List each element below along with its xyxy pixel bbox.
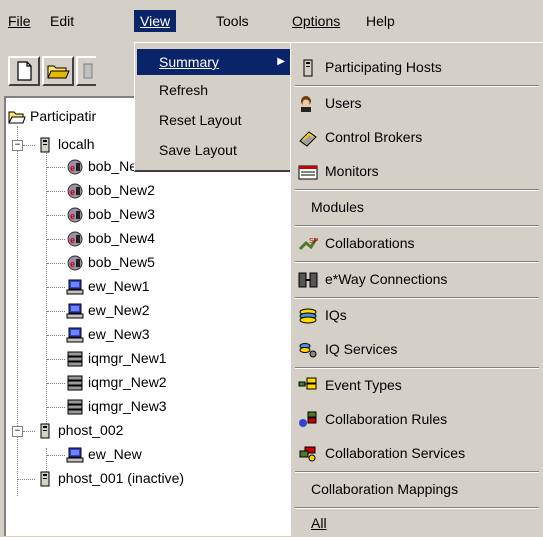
- menu-tools[interactable]: Tools: [210, 10, 255, 32]
- tree-node-eway[interactable]: ew_New: [66, 444, 142, 464]
- iq-manager-icon: [67, 399, 83, 415]
- submenu-item-monitors[interactable]: Monitors: [297, 157, 537, 185]
- summary-submenu: Participating Hosts Users Control Broker…: [290, 42, 543, 536]
- open-folder-button[interactable]: [42, 56, 74, 86]
- submenu-item-collaborations[interactable]: SP Collaborations: [297, 229, 537, 257]
- tree-node-host[interactable]: phost_001 (inactive): [36, 468, 184, 488]
- submenu-item-participating-hosts[interactable]: Participating Hosts: [297, 53, 537, 81]
- new-file-button[interactable]: [8, 56, 40, 86]
- collaboration-rules-icon: [299, 411, 317, 428]
- tree-node-broker[interactable]: e bob_New4: [66, 228, 155, 248]
- broker-icon: e: [67, 207, 83, 223]
- host-icon: [40, 137, 50, 153]
- tree-node-iq-manager[interactable]: iqmgr_New2: [66, 372, 167, 392]
- submenu-item-all[interactable]: All: [311, 509, 543, 537]
- collaboration-services-icon: [299, 446, 316, 462]
- tree-node-broker[interactable]: e bob_New3: [66, 204, 155, 224]
- host-icon: [40, 423, 50, 439]
- menu-file[interactable]: File: [2, 10, 37, 32]
- menu-bar: File Edit View Tools Options Help: [0, 0, 543, 40]
- users-icon: [301, 96, 311, 113]
- submenu-item-iq-services[interactable]: IQ Services: [297, 335, 537, 363]
- svg-text:e: e: [70, 163, 75, 173]
- new-file-icon: [17, 61, 32, 81]
- view-menu-dropdown: Summary ▶ Refresh Reset Layout Save Layo…: [134, 42, 296, 172]
- tree-node-host[interactable]: localh: [36, 134, 95, 154]
- iq-icon: [299, 308, 317, 324]
- eway-icon: [66, 279, 84, 295]
- tree-node-broker[interactable]: e bob_New5: [66, 252, 155, 272]
- open-folder-icon: [47, 65, 70, 79]
- submenu-item-collaboration-services[interactable]: Collaboration Services: [297, 439, 537, 467]
- tree-node-eway[interactable]: ew_New3: [66, 324, 149, 344]
- eway-connection-icon: [298, 272, 318, 288]
- iq-service-icon: [299, 343, 317, 358]
- menu-item-reset-layout[interactable]: Reset Layout: [137, 107, 291, 133]
- submenu-arrow-icon: ▶: [277, 56, 285, 67]
- tree-node-eway[interactable]: ew_New2: [66, 300, 149, 320]
- event-type-icon: [298, 377, 317, 390]
- svg-text:e: e: [70, 187, 75, 197]
- svg-text:e: e: [70, 259, 75, 269]
- submenu-item-modules[interactable]: Modules: [311, 193, 543, 221]
- svg-text:e: e: [70, 211, 75, 221]
- tree-node-broker[interactable]: e bob_New2: [66, 180, 155, 200]
- menu-item-refresh[interactable]: Refresh: [137, 77, 291, 103]
- tree-node-iq-manager[interactable]: iqmgr_New3: [66, 396, 167, 416]
- submenu-item-eway-connections[interactable]: e*Way Connections: [297, 265, 537, 293]
- expand-toggle[interactable]: −: [12, 140, 23, 151]
- tree-node-eway[interactable]: ew_New1: [66, 276, 149, 296]
- svg-text:e: e: [70, 235, 75, 245]
- tree-root[interactable]: Participatir: [8, 106, 96, 126]
- expand-toggle[interactable]: −: [12, 426, 23, 437]
- menu-edit[interactable]: Edit: [44, 10, 80, 32]
- broker-icon: e: [67, 183, 83, 199]
- svg-text:SP: SP: [309, 238, 319, 245]
- submenu-item-users[interactable]: Users: [297, 89, 537, 117]
- menu-options[interactable]: Options: [286, 10, 346, 32]
- menu-item-save-layout[interactable]: Save Layout: [137, 137, 291, 163]
- toolbar-button-partial[interactable]: [76, 56, 96, 86]
- broker-icon: e: [67, 231, 83, 247]
- submenu-item-event-types[interactable]: Event Types: [297, 371, 537, 399]
- eway-icon: [66, 303, 84, 319]
- tree-node-host[interactable]: phost_002: [36, 420, 123, 440]
- collaboration-icon: SP: [298, 238, 319, 251]
- broker-icon: e: [67, 255, 83, 271]
- submenu-item-collaboration-rules[interactable]: Collaboration Rules: [297, 405, 537, 433]
- submenu-item-iqs[interactable]: IQs: [297, 301, 537, 329]
- submenu-item-collaboration-mappings[interactable]: Collaboration Mappings: [311, 475, 543, 503]
- tree-node-iq-manager[interactable]: iqmgr_New1: [66, 348, 167, 368]
- eway-icon: [66, 327, 84, 343]
- document-icon: [83, 63, 93, 79]
- submenu-item-control-brokers[interactable]: Control Brokers: [297, 123, 537, 151]
- monitor-icon: [298, 165, 318, 180]
- menu-help[interactable]: Help: [360, 10, 401, 32]
- iq-manager-icon: [67, 375, 83, 391]
- open-folder-icon: [8, 111, 26, 124]
- control-broker-icon: [299, 131, 317, 147]
- iq-manager-icon: [67, 351, 83, 367]
- eway-icon: [66, 447, 84, 463]
- broker-icon: e: [67, 159, 83, 175]
- host-icon: [40, 471, 50, 487]
- host-icon: [303, 59, 313, 77]
- menu-view[interactable]: View: [134, 10, 177, 32]
- menu-item-summary[interactable]: Summary ▶: [137, 49, 291, 75]
